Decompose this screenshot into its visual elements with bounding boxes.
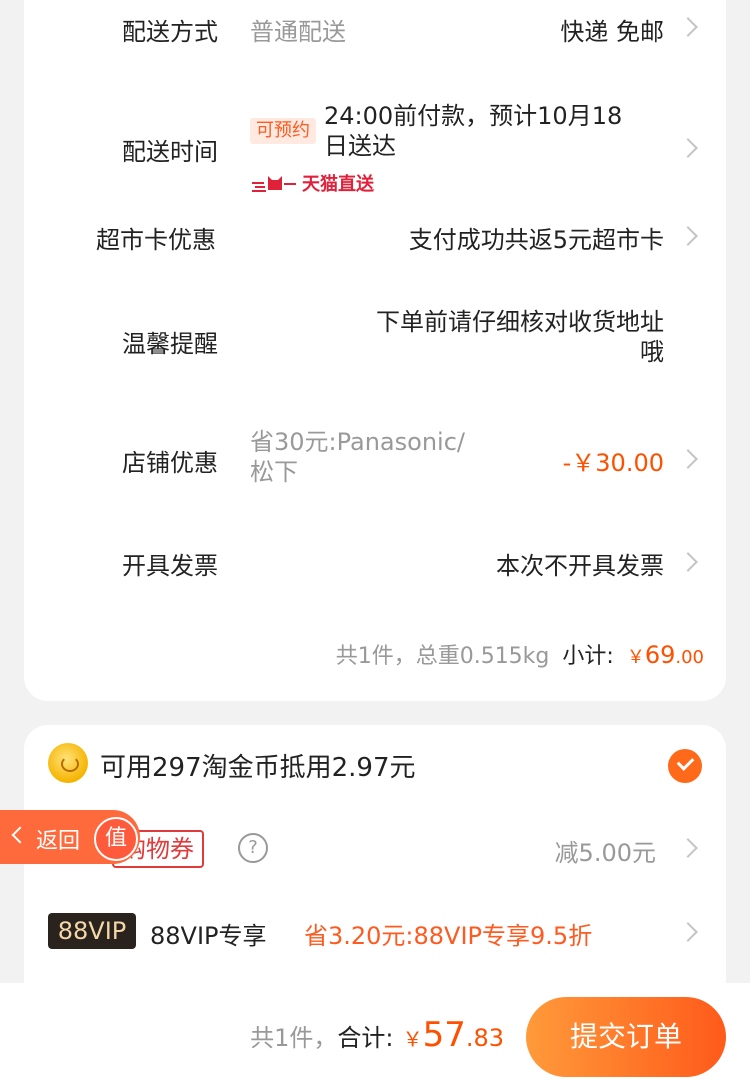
- subtotal-summary: 共1件，总重0.515kg: [335, 644, 550, 669]
- invoice-label: 开具发票: [122, 552, 218, 580]
- preorder-tag: 可预约: [250, 118, 316, 144]
- total-row: 共1件，合计: ￥57.83: [250, 1015, 504, 1055]
- taobao-coin-icon: [48, 743, 88, 783]
- vip-badge: 88VIP: [48, 913, 136, 949]
- delivery-time-value[interactable]: 24:00前付款，预计10月18 日送达: [324, 101, 622, 161]
- delivery-time-line2: 日送达: [324, 132, 396, 160]
- total-dec: .83: [465, 1024, 504, 1052]
- subtotal-currency: ￥: [626, 647, 645, 668]
- submit-order-button[interactable]: 提交订单: [526, 997, 726, 1077]
- delivery-method-value: 普通配送: [250, 18, 346, 46]
- subtotal-row: 共1件，总重0.515kg 小计: ￥69.00: [336, 638, 704, 670]
- tmall-cat-icon: [252, 176, 296, 192]
- supermarket-card-label: 超市卡优惠: [96, 226, 216, 254]
- back-label: 返回: [36, 829, 81, 854]
- delivery-time-line1: 24:00前付款，预计10月18: [324, 102, 623, 130]
- invoice-value[interactable]: 本次不开具发票: [496, 546, 664, 581]
- shop-discount-desc: 省30元:Panasonic/ 松下: [250, 427, 465, 487]
- reminder-line2: 哦: [640, 338, 664, 366]
- total-label: 合计:: [337, 1024, 394, 1052]
- help-icon[interactable]: ?: [238, 833, 268, 863]
- chevron-left-icon: [11, 826, 29, 844]
- taobao-coin-text: 可用297淘金币抵用2.97元: [100, 753, 416, 783]
- total-int: 57: [422, 1015, 466, 1055]
- subtotal-dec: .00: [675, 647, 704, 668]
- subtotal-label: 小计:: [562, 644, 614, 669]
- shop-discount-desc-line2: 松下: [250, 458, 298, 486]
- shop-discount-amount[interactable]: -￥30.00: [563, 443, 664, 478]
- reminder-label: 温馨提醒: [122, 330, 218, 358]
- checkbox-checked-icon[interactable]: [668, 749, 702, 783]
- delivery-method-label: 配送方式: [122, 18, 218, 46]
- reminder-value: 下单前请仔细核对收货地址 哦: [376, 307, 664, 367]
- tmall-brand-text: 天猫直送: [302, 174, 374, 195]
- total-currency: ￥: [402, 1027, 423, 1051]
- tmall-direct-brand: 天猫直送: [252, 172, 374, 195]
- supermarket-card-value[interactable]: 支付成功共返5元超市卡: [409, 220, 664, 255]
- shop-discount-label: 店铺优惠: [122, 449, 218, 477]
- subtotal-int: 69: [644, 641, 676, 669]
- total-count: 共1件，: [250, 1024, 338, 1052]
- delivery-method-right[interactable]: 快递 免邮: [560, 12, 664, 47]
- coupon-value[interactable]: 减5.00元: [555, 833, 656, 868]
- shop-discount-desc-line1: 省30元:Panasonic/: [250, 428, 465, 456]
- zhi-badge-icon[interactable]: 值: [94, 817, 138, 861]
- reminder-line1: 下单前请仔细核对收货地址: [376, 308, 664, 336]
- vip-value[interactable]: 省3.20元:88VIP专享9.5折: [304, 916, 592, 951]
- delivery-time-label: 配送时间: [122, 138, 218, 166]
- vip-label: 88VIP专享: [150, 922, 267, 950]
